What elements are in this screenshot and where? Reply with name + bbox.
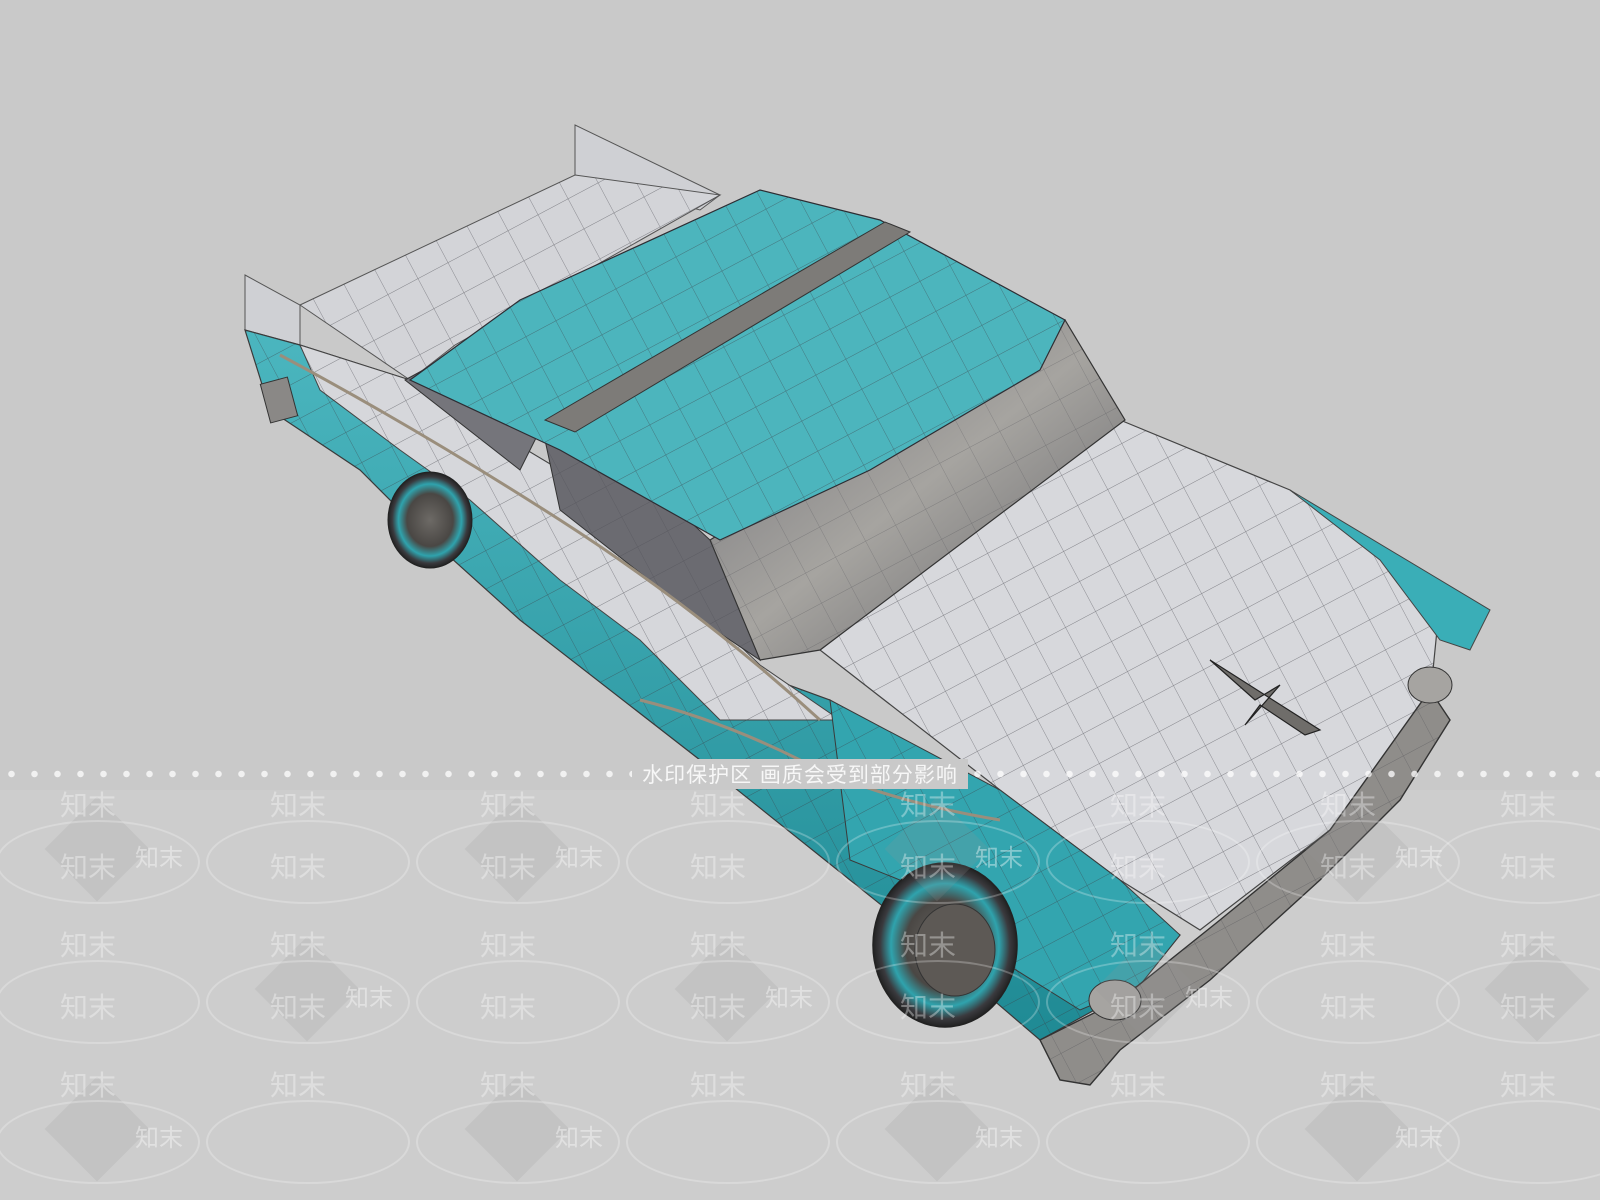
headlight-right [1407, 666, 1453, 704]
car-wireframe-render [244, 124, 1491, 1086]
headlight-left [1088, 979, 1142, 1021]
rear-wheel [387, 471, 473, 569]
render-viewport: 知末 知末 知末 知末 知末 知末 知末 知末 知末 知末 知末 知末 知末 知… [0, 0, 1600, 1200]
